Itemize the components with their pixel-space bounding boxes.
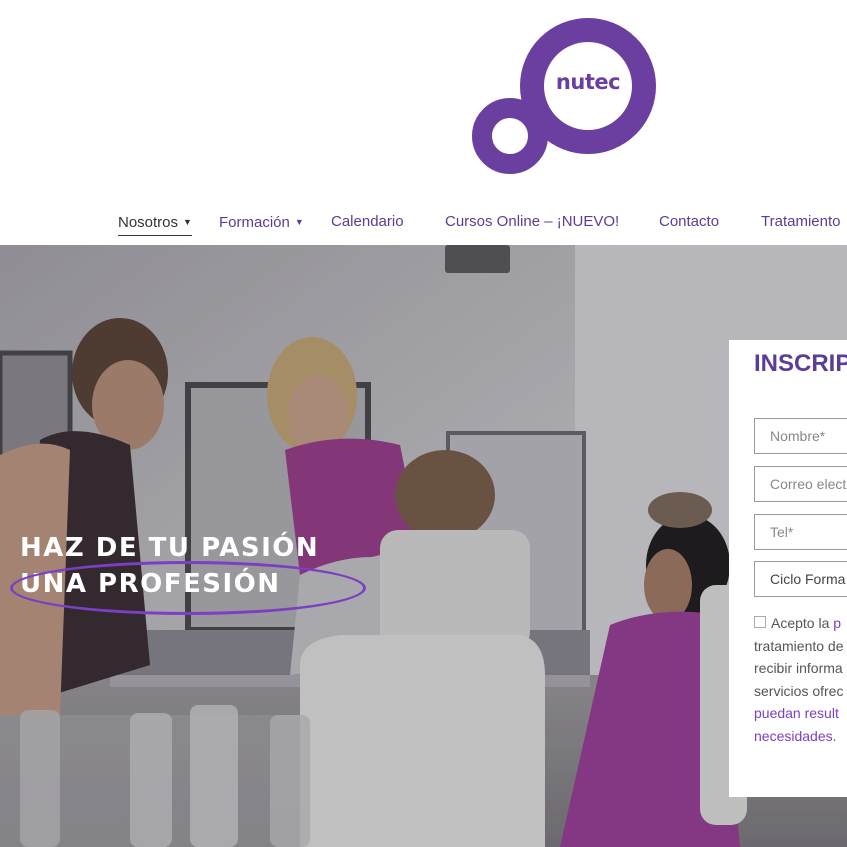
email-field[interactable]: Correo elect: [754, 466, 847, 502]
caret-down-icon: ▼: [183, 217, 192, 227]
site-header: nutec Nosotros ▼ Formación ▼ Calendario Cu…: [0, 0, 847, 245]
consent-checkbox[interactable]: [754, 616, 766, 628]
nutec-logo[interactable]: [0, 0, 847, 190]
cycle-select[interactable]: Ciclo Forma: [754, 561, 847, 597]
form-title: INSCRIP: [754, 350, 847, 377]
hero-banner: HAZ DE TU PASIÓN UNA PROFESIÓN: [0, 245, 847, 847]
name-field[interactable]: Nombre*: [754, 418, 847, 454]
nav-item-formacion[interactable]: Formación ▼: [219, 210, 304, 235]
nav-item-label: Calendario: [331, 213, 404, 230]
main-nav: Nosotros ▼ Formación ▼ Calendario Cursos O…: [0, 210, 847, 236]
nav-item-label: Cursos Online – ¡NUEVO!: [445, 213, 620, 230]
privacy-policy-link[interactable]: p: [833, 615, 841, 631]
nav-item-nosotros[interactable]: Nosotros ▼: [118, 210, 192, 236]
nav-item-label: Nosotros: [118, 214, 179, 231]
consent-text: Acepto la p tratamiento de recibir infor…: [754, 615, 844, 744]
nav-item-label: Tratamiento: [761, 213, 841, 230]
nav-item-cursos-online[interactable]: Cursos Online – ¡NUEVO!: [445, 210, 619, 234]
nav-item-calendario[interactable]: Calendario: [331, 210, 404, 234]
nav-item-contacto[interactable]: Contacto: [659, 210, 719, 234]
caret-down-icon: ▼: [294, 217, 304, 227]
headline-accent-ring: [10, 561, 366, 615]
logo-wordmark: nutec: [555, 70, 621, 94]
phone-field[interactable]: Tel*: [754, 514, 847, 550]
nav-item-label: Contacto: [659, 213, 720, 230]
inscription-form: INSCRIP Nombre* Correo elect Tel* Ciclo …: [729, 340, 847, 797]
nav-item-label: Formación: [219, 214, 290, 231]
nav-item-tratamiento[interactable]: Tratamiento: [761, 210, 840, 234]
